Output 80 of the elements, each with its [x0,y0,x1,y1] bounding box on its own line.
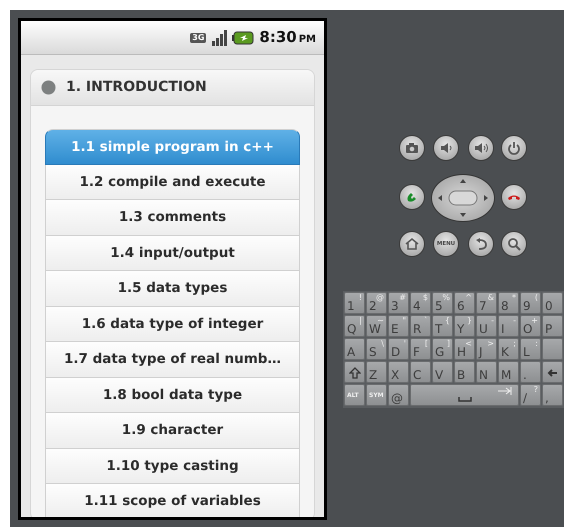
keyboard-key[interactable]: D ' [388,338,409,360]
keyboard-key[interactable]: L : [520,338,541,360]
network-type-label: 3G [190,32,206,42]
list-item[interactable]: 1.2 compile and execute [45,164,300,200]
list-item[interactable]: 1.7 data type of real numb… [45,342,300,378]
clock-ampm: PM [298,32,316,46]
keyboard-key[interactable]: 2 @ [366,292,387,314]
keyboard-key[interactable]: R ` [410,315,431,337]
keyboard-key[interactable]: V [432,361,453,383]
section-header[interactable]: 1. INTRODUCTION [31,70,314,106]
camera-button[interactable] [399,135,425,161]
keyboard-key[interactable]: 9 ( [520,292,541,314]
list-item[interactable]: 1.5 data types [45,271,300,306]
keyboard-key[interactable]: 6 ^ [454,292,475,314]
camera-icon [405,141,419,155]
power-button[interactable] [501,135,527,161]
keyboard-key[interactable]: Q | [344,315,365,337]
keyboard-key[interactable]: 0 [542,292,563,314]
keyboard-key[interactable]: W ~ [366,315,387,337]
keyboard-key[interactable] [542,361,563,383]
keyboard-key[interactable]: Z [366,361,387,383]
volume-down-button[interactable] [433,135,459,161]
list-item[interactable]: 1.10 type casting [45,448,300,484]
keyboard-key[interactable]: I - [498,315,519,337]
keyboard-key[interactable]: . [520,361,541,383]
keyboard-key[interactable]: 7 & [476,292,497,314]
keyboard-key[interactable]: U - [476,315,497,337]
search-button[interactable] [501,231,527,257]
volume-up-button[interactable] [468,135,494,161]
keyboard-key[interactable]: O + [520,315,541,337]
speaker-loud-icon [474,141,488,155]
speaker-icon [439,141,453,155]
keyboard-key[interactable]: G ] [432,338,453,360]
keyboard-key[interactable]: J > [476,338,497,360]
keyboard-key[interactable]: @ [388,384,409,406]
keyboard-key[interactable]: E " [388,315,409,337]
home-button[interactable] [399,231,425,257]
keyboard-key[interactable]: F [ [410,338,431,360]
search-icon [507,237,521,251]
keyboard-key[interactable]: K ; [498,338,519,360]
back-arrow-icon [474,237,488,251]
keyboard-key[interactable]: 5 % [432,292,453,314]
list-item[interactable]: 1.8 bool data type [45,378,300,413]
call-button[interactable] [399,184,425,210]
keyboard-key[interactable]: A [344,338,365,360]
phone-handset-icon [405,190,419,204]
end-call-button[interactable] [501,184,527,210]
keyboard-key[interactable]: 4 $ [410,292,431,314]
list-item[interactable]: 1.11 scope of variables [45,484,300,517]
back-button[interactable] [468,231,494,257]
battery-icon [232,30,254,44]
keyboard-key[interactable]: X [388,361,409,383]
keyboard-key[interactable]: C [410,361,431,383]
keyboard-key[interactable] [344,361,365,383]
keyboard-key[interactable]: N [476,361,497,383]
list-item[interactable]: 1.4 input/output [45,236,300,271]
keyboard-key[interactable]: S \ [366,338,387,360]
clock-time: 8:30 [259,27,297,48]
list-item[interactable]: 1.6 data type of integer [45,306,300,342]
keyboard-key[interactable]: T { [432,315,453,337]
backspace-arrow-icon [546,366,558,379]
keyboard-key[interactable]: P [542,315,563,337]
keyboard-key[interactable]: Y } [454,315,475,337]
tab-arrow-icon [498,387,512,395]
keyboard-key[interactable]: / ? [520,384,541,406]
house-icon [405,237,419,251]
keyboard-key[interactable]: M [498,361,519,383]
keyboard-key[interactable]: 3 # [388,292,409,314]
keyboard-key[interactable]: B [454,361,475,383]
shift-arrow-icon [348,366,360,379]
keyboard-key[interactable]: , [542,384,563,406]
list-item[interactable]: 1.9 character [45,413,300,448]
keyboard-key[interactable]: 8 * [498,292,519,314]
keyboard-key[interactable]: H < [454,338,475,360]
list-item[interactable]: 1.3 comments [45,200,300,236]
space-icon [458,397,472,402]
power-icon [507,141,521,155]
list-item[interactable]: 1.1 simple program in c++ [45,129,300,164]
signal-icon [211,30,228,46]
keyboard-key[interactable]: 1 ! [344,292,365,314]
